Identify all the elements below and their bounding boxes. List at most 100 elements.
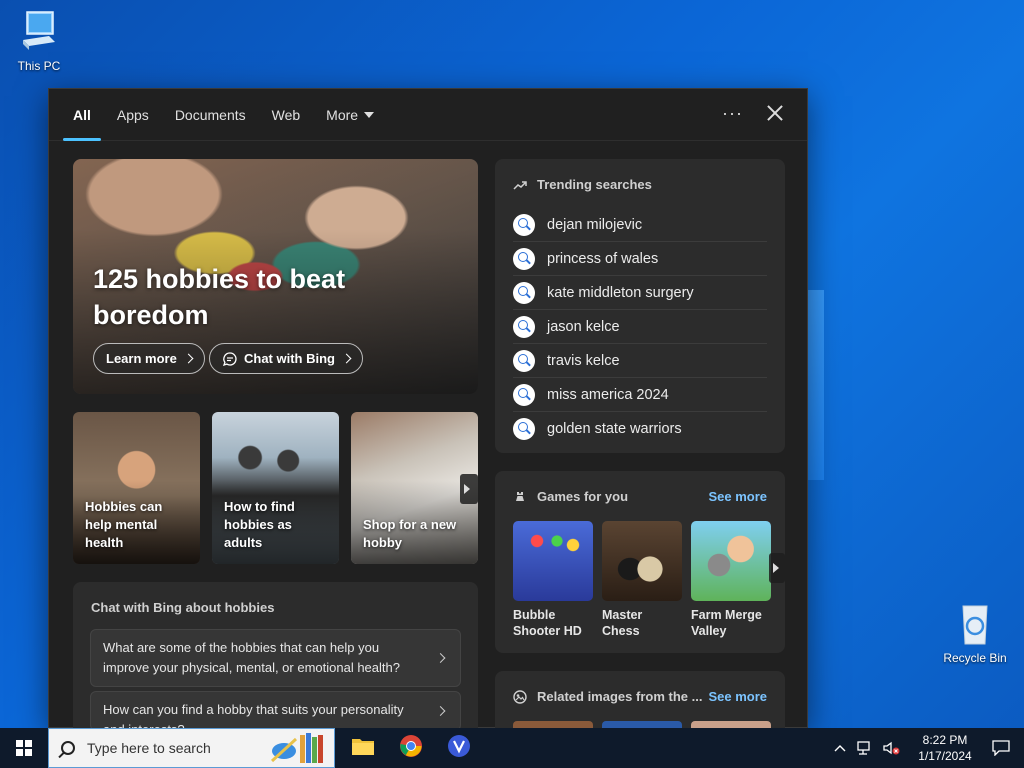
search-icon <box>513 213 535 236</box>
start-button[interactable] <box>0 728 48 768</box>
trending-text: kate middleton surgery <box>547 284 694 301</box>
clock-date: 1/17/2024 <box>918 749 972 763</box>
chevron-down-icon <box>364 111 375 118</box>
card-label: How to find hobbies as adults <box>224 499 295 550</box>
hero-title: 125 hobbies to beat boredom <box>93 264 346 330</box>
games-section: Games for you See more Bubble Shooter HD… <box>495 471 785 653</box>
taskbar-chrome[interactable] <box>387 728 435 768</box>
trending-item[interactable]: princess of wales <box>513 242 767 276</box>
tab-label: More <box>326 106 359 123</box>
recycle-bin-icon <box>940 602 1010 649</box>
section-title: Games for you <box>537 489 629 504</box>
desktop-icon-label: Recycle Bin <box>943 651 1007 665</box>
tab-label: Web <box>271 106 301 123</box>
game-master-chess[interactable]: Master Chess <box>602 521 682 639</box>
learn-more-button[interactable]: Learn more <box>93 343 205 374</box>
search-icon <box>513 383 535 406</box>
trending-heading: Trending searches <box>513 177 652 192</box>
search-icon <box>513 315 535 338</box>
card-find-hobbies[interactable]: How to find hobbies as adults <box>212 412 339 564</box>
tab-documents[interactable]: Documents <box>175 89 246 141</box>
tab-label: All <box>73 106 91 123</box>
trending-up-icon <box>513 180 527 190</box>
chat-question[interactable]: What are some of the hobbies that can he… <box>90 629 461 687</box>
tab-web[interactable]: Web <box>272 89 301 141</box>
system-tray: 8:22 PM 1/17/2024 <box>834 728 1024 768</box>
chevron-up-icon[interactable] <box>834 744 846 752</box>
game-thumbnail <box>602 521 682 601</box>
trending-text: golden state warriors <box>547 421 682 437</box>
trending-text: miss america 2024 <box>547 386 669 403</box>
trending-item[interactable]: kate middleton surgery <box>513 276 767 310</box>
notification-icon[interactable] <box>992 740 1010 756</box>
trending-text: travis kelce <box>547 352 620 369</box>
game-label: Master Chess <box>602 608 643 638</box>
question-text: What are some of the hobbies that can he… <box>103 640 400 675</box>
desktop-icon-recycle-bin[interactable]: Recycle Bin <box>940 602 1010 665</box>
trending-item[interactable]: jason kelce <box>513 310 767 344</box>
network-icon[interactable] <box>856 740 874 756</box>
button-label: Learn more <box>106 351 177 366</box>
desktop-icon-label: This PC <box>17 59 61 73</box>
chat-with-bing-button[interactable]: Chat with Bing <box>209 343 363 374</box>
trending-text: dejan milojevic <box>547 216 643 233</box>
clock-time: 8:22 PM <box>922 733 968 747</box>
taskbar-v-app[interactable] <box>435 728 483 768</box>
windows-logo-icon <box>16 740 32 756</box>
search-icon <box>513 247 535 270</box>
game-label: Bubble Shooter HD <box>513 608 582 638</box>
section-title: Related images from the ... <box>537 689 703 704</box>
trending-item[interactable]: dejan milojevic <box>513 208 767 242</box>
games-next-button[interactable] <box>769 553 785 583</box>
computer-icon <box>4 10 74 57</box>
chevron-right-icon <box>341 353 352 364</box>
v-app-icon <box>447 734 471 763</box>
game-thumbnail <box>513 521 593 601</box>
search-icon <box>61 741 75 755</box>
search-placeholder: Type here to search <box>87 740 211 756</box>
card-mental-health[interactable]: Hobbies can help mental health <box>73 412 200 564</box>
chat-heading: Chat with Bing about hobbies <box>91 600 275 615</box>
chevron-right-icon <box>435 706 446 716</box>
search-highlight-illustration-icon <box>266 731 328 765</box>
game-label: Farm Merge Valley <box>691 608 762 638</box>
question-text: How can you find a hobby that suits your… <box>103 702 404 731</box>
chevron-right-icon <box>435 653 446 663</box>
image-icon <box>513 689 527 704</box>
related-see-more-link[interactable]: See more <box>708 689 767 704</box>
trending-searches-section: Trending searches dejan milojevic prince… <box>495 159 785 453</box>
games-see-more-link[interactable]: See more <box>708 489 767 504</box>
tab-apps[interactable]: Apps <box>117 89 149 141</box>
desktop-light-beam <box>808 290 824 480</box>
chat-bubble-icon <box>222 351 238 367</box>
card-label: Shop for a new hobby <box>363 517 457 550</box>
game-bubble-shooter[interactable]: Bubble Shooter HD <box>513 521 593 639</box>
search-tabs-bar: All Apps Documents Web More ··· <box>49 89 807 141</box>
hero-card[interactable]: 125 hobbies to beat boredom Learn more C… <box>73 159 478 394</box>
tab-label: Apps <box>116 106 149 123</box>
tab-more[interactable]: More <box>326 89 375 141</box>
chat-question[interactable]: How can you find a hobby that suits your… <box>90 691 461 731</box>
close-button[interactable] <box>765 103 785 123</box>
game-thumbnail <box>691 521 771 601</box>
chess-piece-icon <box>513 490 527 504</box>
search-icon <box>513 281 535 304</box>
taskbar-search-box[interactable]: Type here to search <box>48 728 335 768</box>
game-farm-merge-valley[interactable]: Farm Merge Valley <box>691 521 771 639</box>
card-shop-hobby[interactable]: Shop for a new hobby <box>351 412 478 564</box>
search-icon <box>513 418 535 440</box>
trending-text: jason kelce <box>547 318 620 335</box>
more-options-button[interactable]: ··· <box>722 103 743 124</box>
taskbar-file-explorer[interactable] <box>339 728 387 768</box>
trending-item[interactable]: golden state warriors <box>513 412 767 446</box>
button-label: Chat with Bing <box>244 351 335 366</box>
cards-next-button[interactable] <box>460 474 478 504</box>
trending-item[interactable]: miss america 2024 <box>513 378 767 412</box>
trending-item[interactable]: travis kelce <box>513 344 767 378</box>
chevron-right-icon <box>183 353 194 364</box>
related-heading: Related images from the ... <box>513 689 702 704</box>
volume-muted-icon[interactable] <box>882 740 900 756</box>
desktop-icon-this-pc[interactable]: This PC <box>4 10 74 73</box>
taskbar-clock[interactable]: 8:22 PM 1/17/2024 <box>910 732 980 764</box>
tab-all[interactable]: All <box>63 89 101 141</box>
